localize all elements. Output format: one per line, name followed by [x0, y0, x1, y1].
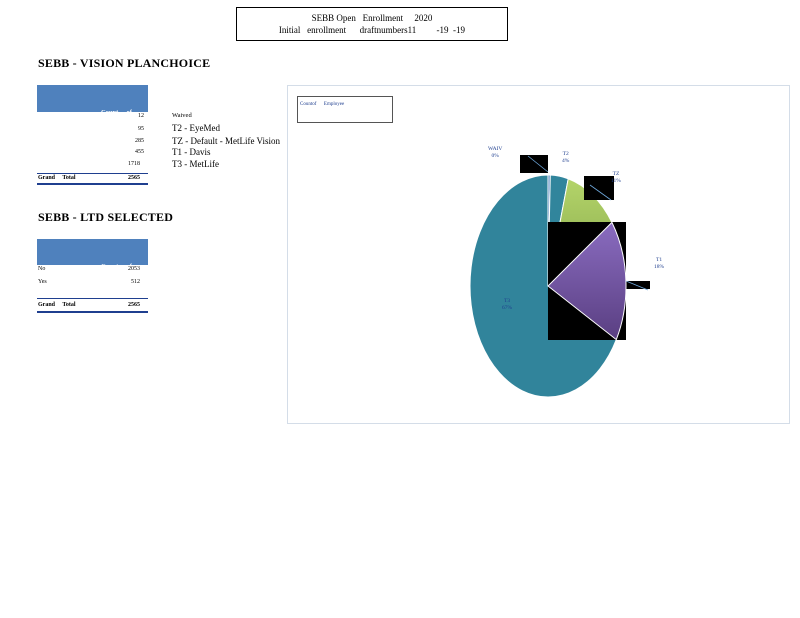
- slice-label-t2: T2 4%: [562, 151, 569, 165]
- slice-label-t3: T3 67%: [502, 298, 512, 312]
- slice-label-tz: TZ 11%: [611, 171, 621, 185]
- pie-chart-svg: [469, 155, 650, 398]
- slice-percent: 18%: [654, 264, 665, 270]
- slice-label-waiv: WAIV 0%: [488, 146, 502, 160]
- slice-name: WAIV: [488, 146, 503, 152]
- slice-name: T3: [503, 298, 511, 304]
- slice-name: TZ: [612, 171, 620, 177]
- slice-percent: 67%: [502, 305, 513, 311]
- slice-name: T1: [655, 257, 663, 263]
- callout-box-tz: [584, 176, 614, 200]
- slice-name: T2: [562, 151, 569, 157]
- slice-percent: 0%: [491, 153, 499, 159]
- slice-percent: 11%: [611, 178, 621, 184]
- slice-percent: 4%: [562, 158, 570, 164]
- slice-label-t1: T1 18%: [654, 257, 664, 271]
- callout-box-waiv: [520, 155, 548, 173]
